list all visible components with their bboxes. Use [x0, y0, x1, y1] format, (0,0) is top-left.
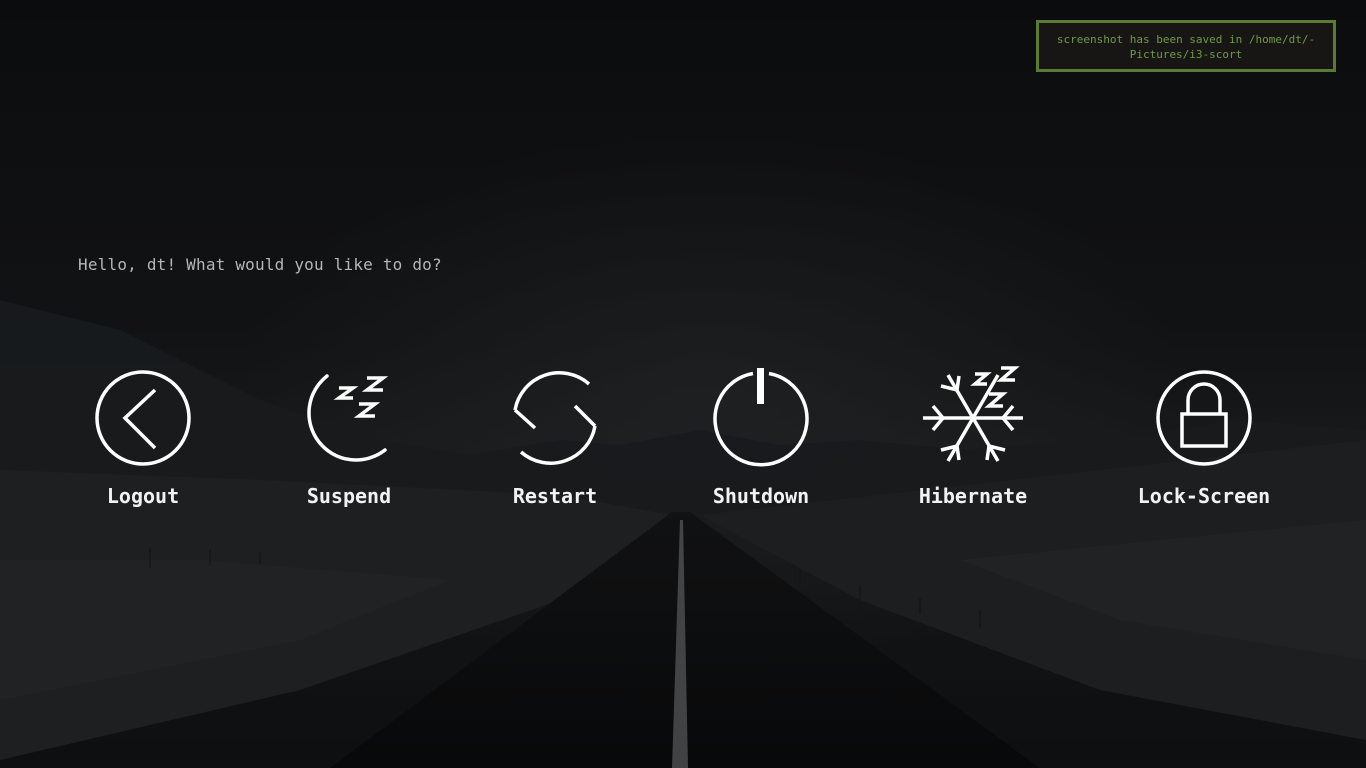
- power-icon: [709, 366, 813, 470]
- notification-line-1: screenshot has been saved in /home/dt/-: [1056, 33, 1316, 46]
- lock-screen-button[interactable]: Lock-Screen: [1119, 366, 1289, 516]
- hibernate-button[interactable]: Hibernate: [888, 366, 1058, 516]
- suspend-button[interactable]: Suspend: [264, 366, 434, 516]
- hibernate-label: Hibernate: [918, 484, 1028, 508]
- logout-label: Logout: [106, 484, 180, 508]
- moon-sleep-icon: [297, 366, 401, 470]
- greeting-prompt: Hello, dt! What would you like to do?: [78, 255, 442, 274]
- logout-screen: screenshot has been saved in /home/dt/- …: [0, 0, 1366, 768]
- notification-line-2: Pictures/i3-scort: [1129, 48, 1243, 61]
- lock-icon: [1152, 366, 1256, 470]
- suspend-label: Suspend: [306, 484, 392, 508]
- snowflake-sleep-icon: [921, 366, 1025, 470]
- logout-icon: [91, 366, 195, 470]
- shutdown-label: Shutdown: [712, 484, 810, 508]
- shutdown-button[interactable]: Shutdown: [676, 366, 846, 516]
- restart-label: Restart: [512, 484, 598, 508]
- logout-button[interactable]: Logout: [58, 366, 228, 516]
- restart-button[interactable]: Restart: [470, 366, 640, 516]
- lock-screen-label: Lock-Screen: [1137, 484, 1271, 508]
- restart-icon: [503, 366, 607, 470]
- screenshot-notification[interactable]: screenshot has been saved in /home/dt/- …: [1036, 20, 1336, 72]
